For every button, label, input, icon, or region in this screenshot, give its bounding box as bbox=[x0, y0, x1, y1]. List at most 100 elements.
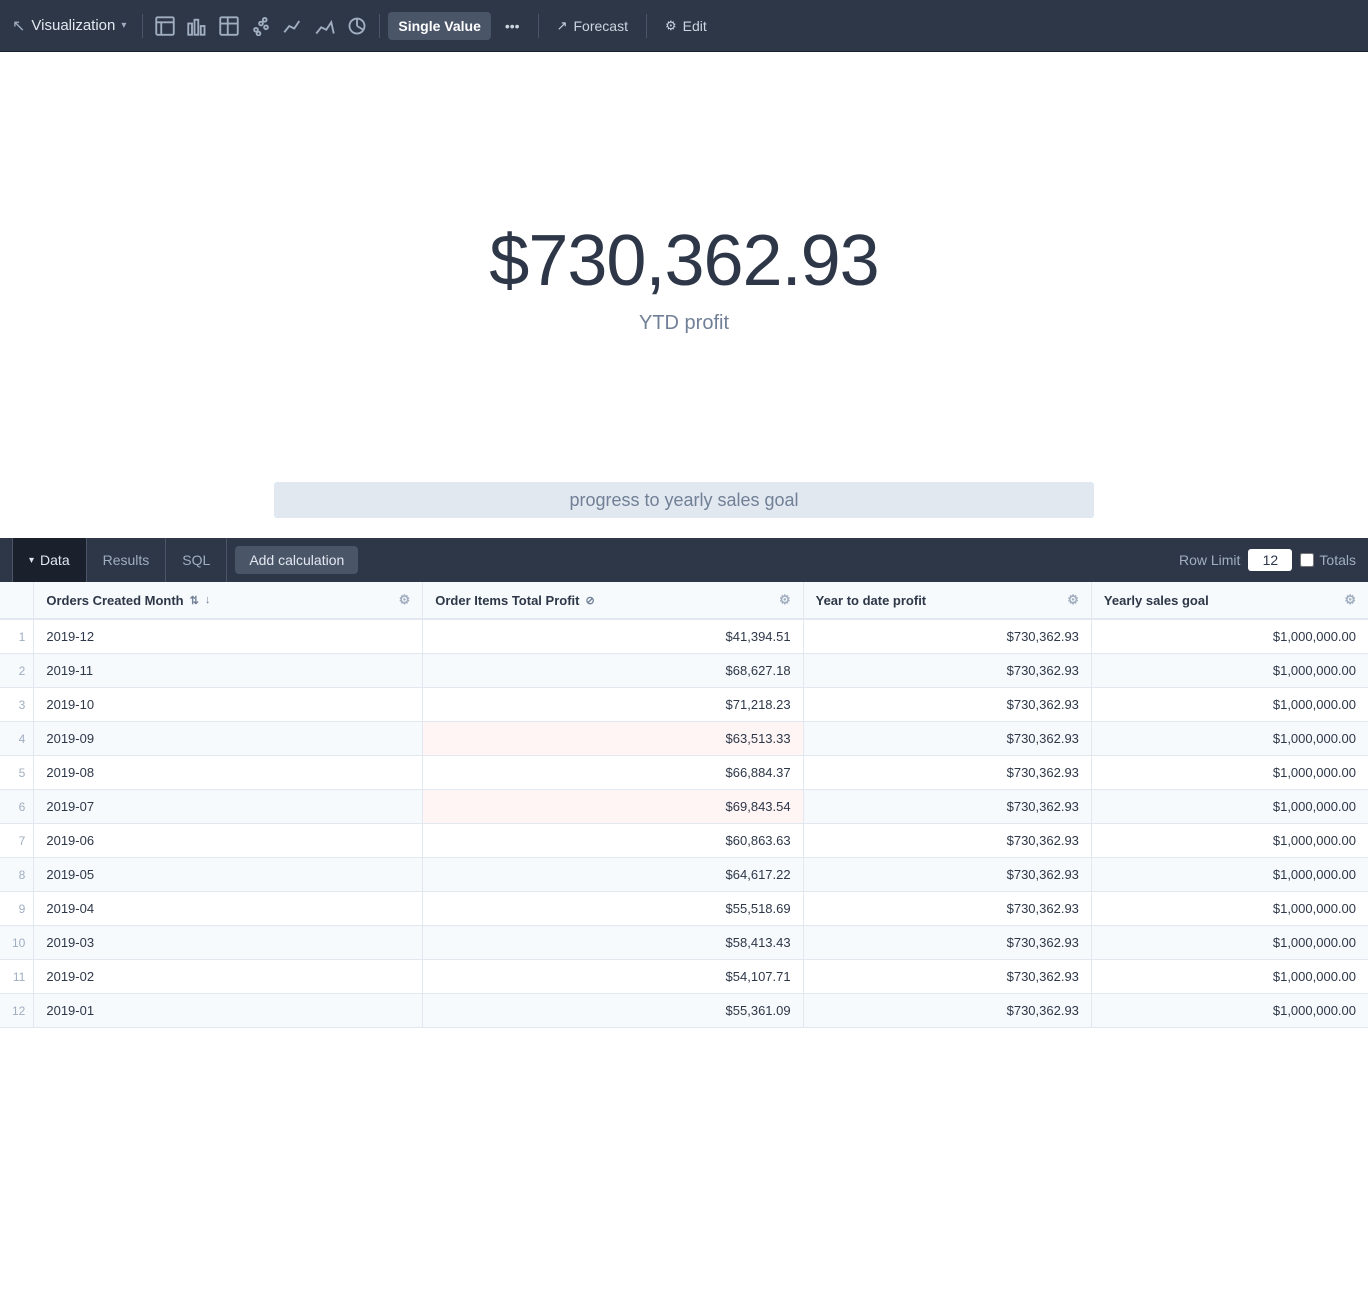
cell-goal: $1,000,000.00 bbox=[1091, 858, 1368, 892]
area-chart-icon[interactable] bbox=[311, 12, 339, 40]
single-value-tab[interactable]: Single Value bbox=[388, 12, 490, 40]
cell-month: 2019-05 bbox=[34, 858, 423, 892]
scatter-icon[interactable] bbox=[247, 12, 275, 40]
cell-goal: $1,000,000.00 bbox=[1091, 654, 1368, 688]
gear-icon-month[interactable]: ⚙ bbox=[399, 592, 411, 608]
gear-icon-goal[interactable]: ⚙ bbox=[1344, 592, 1356, 608]
cell-ytd: $730,362.93 bbox=[803, 722, 1091, 756]
table-row: 6 2019-07 $69,843.54 $730,362.93 $1,000,… bbox=[0, 790, 1368, 824]
totals-label: Totals bbox=[1319, 552, 1356, 568]
data-table: Orders Created Month ⇅ ↓ ⚙ Order Items T… bbox=[0, 582, 1368, 1028]
cell-ytd: $730,362.93 bbox=[803, 858, 1091, 892]
sort-filter-icon[interactable]: ⇅ bbox=[190, 594, 199, 607]
cell-month: 2019-06 bbox=[34, 824, 423, 858]
row-number: 9 bbox=[0, 892, 34, 926]
cell-profit: $41,394.51 bbox=[423, 619, 803, 654]
add-calculation-button[interactable]: Add calculation bbox=[235, 546, 358, 574]
col-goal-label: Yearly sales goal bbox=[1104, 593, 1209, 608]
gear-icon-profit[interactable]: ⚙ bbox=[779, 592, 791, 608]
cell-goal: $1,000,000.00 bbox=[1091, 756, 1368, 790]
visualization-area: $730,362.93 YTD profit bbox=[0, 52, 1368, 472]
more-label: ••• bbox=[505, 18, 520, 34]
single-value-label: Single Value bbox=[398, 18, 480, 34]
table-row: 2 2019-11 $68,627.18 $730,362.93 $1,000,… bbox=[0, 654, 1368, 688]
tab-results[interactable]: Results bbox=[87, 538, 167, 582]
row-limit-area: Row Limit Totals bbox=[1179, 549, 1356, 571]
totals-checkbox[interactable] bbox=[1300, 553, 1314, 567]
cell-month: 2019-01 bbox=[34, 994, 423, 1028]
tab-sql-label: SQL bbox=[182, 552, 210, 568]
main-value: $730,362.93 bbox=[489, 220, 878, 302]
toolbar: ↖ Visualization ▾ Single Value ••• ↗ For… bbox=[0, 0, 1368, 52]
col-header-ytd: Year to date profit ⚙ bbox=[803, 582, 1091, 619]
table-row: 10 2019-03 $58,413.43 $730,362.93 $1,000… bbox=[0, 926, 1368, 960]
table-row: 4 2019-09 $63,513.33 $730,362.93 $1,000,… bbox=[0, 722, 1368, 756]
bar-chart-icon[interactable] bbox=[183, 12, 211, 40]
cell-goal: $1,000,000.00 bbox=[1091, 790, 1368, 824]
col-header-month: Orders Created Month ⇅ ↓ ⚙ bbox=[34, 582, 423, 619]
row-number: 4 bbox=[0, 722, 34, 756]
progress-area: progress to yearly sales goal bbox=[0, 482, 1368, 518]
row-number: 6 bbox=[0, 790, 34, 824]
sort-down-icon[interactable]: ↓ bbox=[205, 594, 211, 606]
table-row: 12 2019-01 $55,361.09 $730,362.93 $1,000… bbox=[0, 994, 1368, 1028]
col-header-profit: Order Items Total Profit ⊘ ⚙ bbox=[423, 582, 803, 619]
cell-profit: $63,513.33 bbox=[423, 722, 803, 756]
cell-goal: $1,000,000.00 bbox=[1091, 722, 1368, 756]
row-number: 10 bbox=[0, 926, 34, 960]
cell-ytd: $730,362.93 bbox=[803, 926, 1091, 960]
table-body: 1 2019-12 $41,394.51 $730,362.93 $1,000,… bbox=[0, 619, 1368, 1028]
cell-goal: $1,000,000.00 bbox=[1091, 892, 1368, 926]
tab-sql[interactable]: SQL bbox=[166, 538, 227, 582]
row-limit-label: Row Limit bbox=[1179, 552, 1240, 568]
edit-tab[interactable]: ⚙ Edit bbox=[655, 12, 717, 40]
forecast-label: Forecast bbox=[574, 18, 628, 34]
row-limit-input[interactable] bbox=[1248, 549, 1292, 571]
cell-profit: $60,863.63 bbox=[423, 824, 803, 858]
cell-month: 2019-10 bbox=[34, 688, 423, 722]
row-number: 1 bbox=[0, 619, 34, 654]
more-tab[interactable]: ••• bbox=[495, 12, 530, 40]
forecast-tab[interactable]: ↗ Forecast bbox=[547, 12, 638, 40]
line-chart-icon[interactable] bbox=[279, 12, 307, 40]
col-profit-label: Order Items Total Profit bbox=[435, 593, 579, 608]
cell-profit: $68,627.18 bbox=[423, 654, 803, 688]
col-header-goal: Yearly sales goal ⚙ bbox=[1091, 582, 1368, 619]
sep2 bbox=[379, 14, 380, 38]
sep3 bbox=[538, 14, 539, 38]
table-row: 7 2019-06 $60,863.63 $730,362.93 $1,000,… bbox=[0, 824, 1368, 858]
table-icon[interactable] bbox=[151, 12, 179, 40]
tab-data[interactable]: ▾ Data bbox=[12, 538, 87, 582]
cell-ytd: $730,362.93 bbox=[803, 994, 1091, 1028]
cell-ytd: $730,362.93 bbox=[803, 824, 1091, 858]
table-row: 1 2019-12 $41,394.51 $730,362.93 $1,000,… bbox=[0, 619, 1368, 654]
filter-icon-profit[interactable]: ⊘ bbox=[585, 594, 594, 607]
pivot-icon[interactable] bbox=[215, 12, 243, 40]
cell-month: 2019-04 bbox=[34, 892, 423, 926]
table-row: 11 2019-02 $54,107.71 $730,362.93 $1,000… bbox=[0, 960, 1368, 994]
pie-chart-icon[interactable] bbox=[343, 12, 371, 40]
table-row: 3 2019-10 $71,218.23 $730,362.93 $1,000,… bbox=[0, 688, 1368, 722]
cell-goal: $1,000,000.00 bbox=[1091, 824, 1368, 858]
row-number: 3 bbox=[0, 688, 34, 722]
cell-ytd: $730,362.93 bbox=[803, 619, 1091, 654]
row-number: 11 bbox=[0, 960, 34, 994]
table-header-row: Orders Created Month ⇅ ↓ ⚙ Order Items T… bbox=[0, 582, 1368, 619]
progress-bar: progress to yearly sales goal bbox=[274, 482, 1094, 518]
row-number: 12 bbox=[0, 994, 34, 1028]
visualization-label: Visualization bbox=[31, 17, 115, 34]
cell-goal: $1,000,000.00 bbox=[1091, 688, 1368, 722]
cell-month: 2019-09 bbox=[34, 722, 423, 756]
cell-ytd: $730,362.93 bbox=[803, 756, 1091, 790]
cell-goal: $1,000,000.00 bbox=[1091, 994, 1368, 1028]
visualization-logo[interactable]: ↖ Visualization ▾ bbox=[12, 16, 126, 36]
data-tabs: ▾ Data Results SQL Add calculation Row L… bbox=[0, 538, 1368, 582]
cell-profit: $64,617.22 bbox=[423, 858, 803, 892]
cell-goal: $1,000,000.00 bbox=[1091, 926, 1368, 960]
sep4 bbox=[646, 14, 647, 38]
cell-month: 2019-07 bbox=[34, 790, 423, 824]
gear-icon-ytd[interactable]: ⚙ bbox=[1067, 592, 1079, 608]
cell-month: 2019-12 bbox=[34, 619, 423, 654]
row-number: 8 bbox=[0, 858, 34, 892]
cell-month: 2019-03 bbox=[34, 926, 423, 960]
